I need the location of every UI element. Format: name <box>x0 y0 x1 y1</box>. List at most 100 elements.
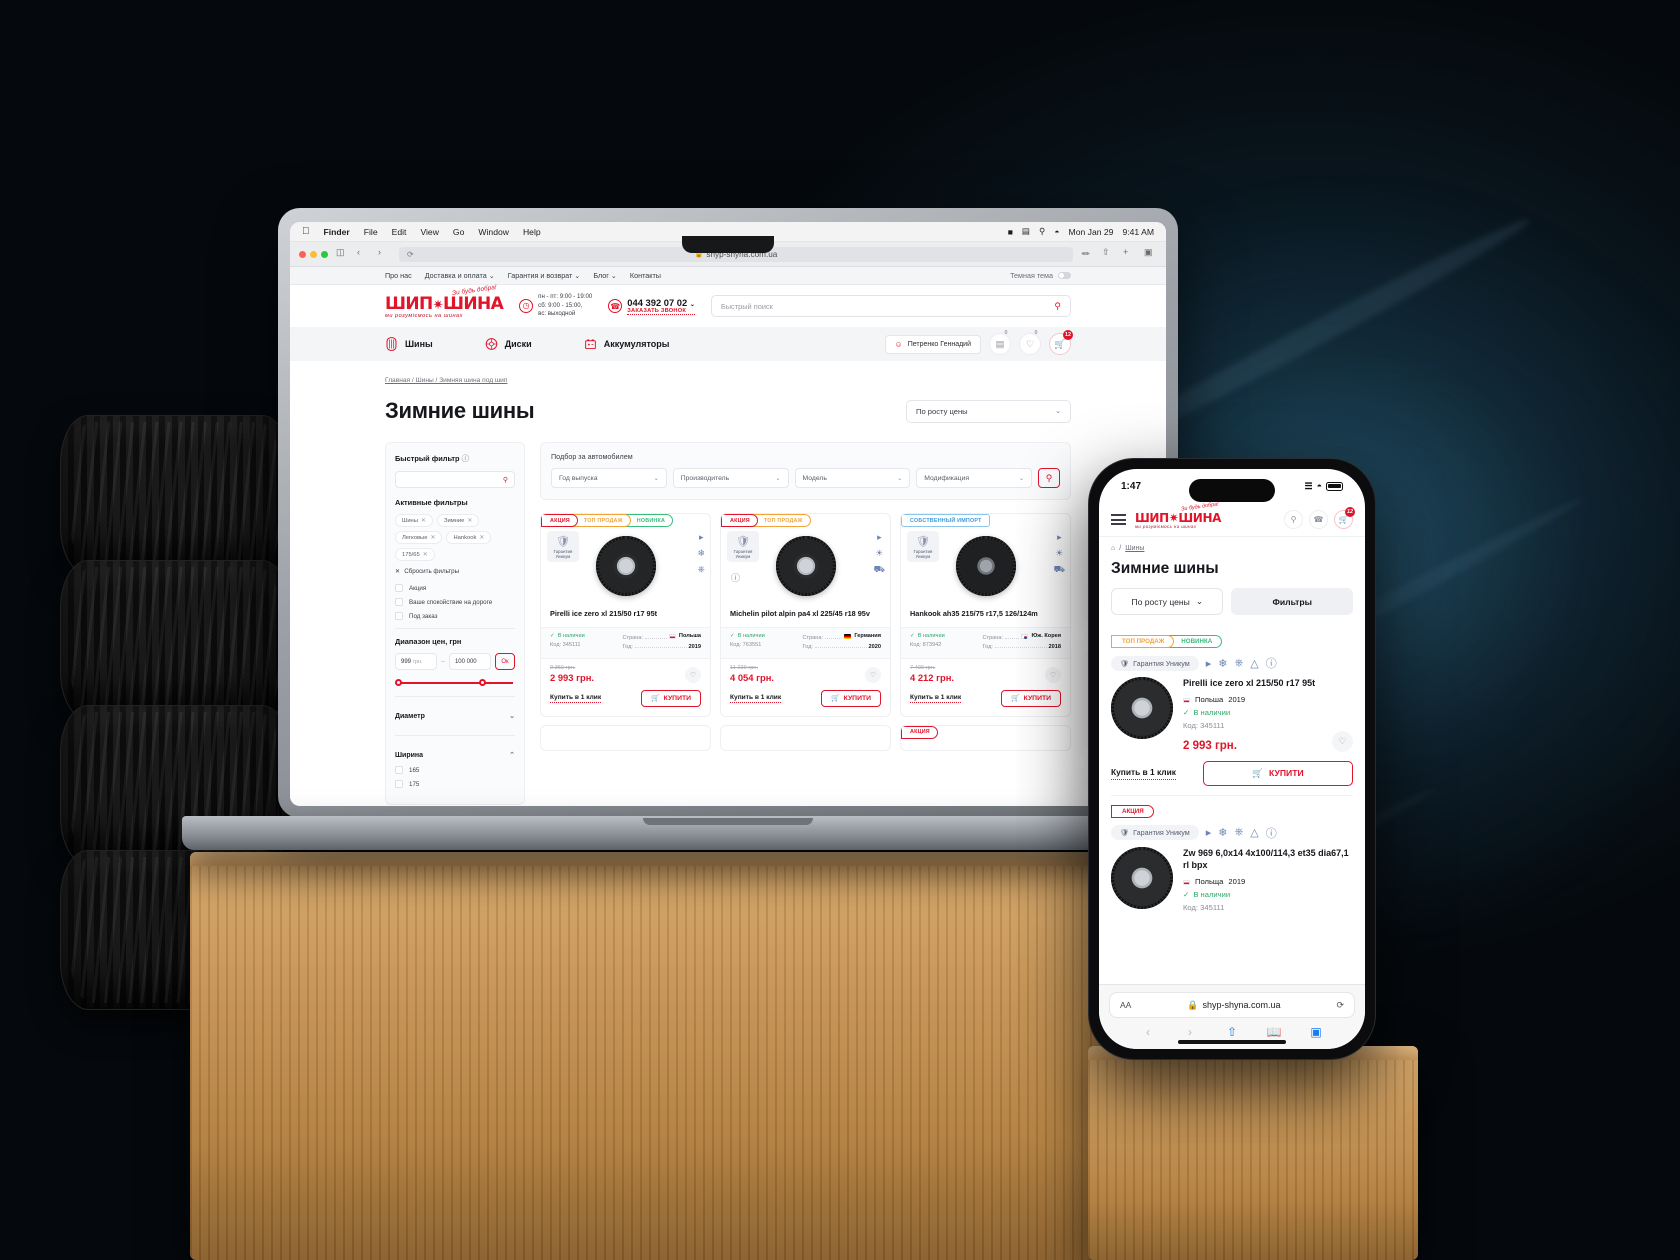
chevron-left-icon[interactable]: ‹ <box>357 247 370 261</box>
car-icon[interactable]: ⎈ <box>698 564 705 575</box>
link-warranty[interactable]: Гарантия и возврат ⌄ <box>508 271 581 280</box>
close-button[interactable] <box>299 250 306 258</box>
share-icon[interactable]: ⇧ <box>1211 1025 1253 1039</box>
text-size-button[interactable]: АА <box>1120 1000 1131 1010</box>
select-manufacturer[interactable]: Производитель ⌄ <box>672 468 789 488</box>
checkbox-row[interactable]: 175 <box>395 780 515 788</box>
battery-icon[interactable]: ■ <box>1008 227 1013 237</box>
wishlist-icon[interactable]: ♡ <box>865 666 881 683</box>
filters-button[interactable]: Фильтры <box>1231 588 1353 615</box>
book-icon[interactable]: 📖 <box>1253 1025 1295 1039</box>
product-name[interactable]: Pirelli ice zero xl 215/50 r17 95t <box>1183 677 1322 689</box>
product-card[interactable]: ТОП ПРОДАЖ НОВИНКА 🛡 Гарантия Уникум ▸ ❄ … <box>1111 626 1353 795</box>
theme-switch[interactable]: Темная тема <box>1010 271 1071 280</box>
sort-select[interactable]: По росту цены ⌄ <box>1111 588 1224 615</box>
product-card[interactable]: АКЦИЯ ТОП ПРОДАЖ НОВИНКА 🛡 Гарантия Уник… <box>540 513 711 717</box>
play-icon[interactable]: ▸ <box>699 532 704 543</box>
product-card[interactable] <box>720 724 891 751</box>
one-click-buy-link[interactable]: Купить в 1 клик <box>550 694 602 703</box>
link-contacts[interactable]: Контакты <box>630 271 661 280</box>
product-card[interactable]: АКЦИЯ <box>900 724 1071 751</box>
menu-view[interactable]: View <box>420 227 438 237</box>
warning-icon[interactable]: △ <box>1250 657 1258 670</box>
product-name[interactable]: Zw 969 6,0x14 4x100/114,3 et35 dia67,1 r… <box>1183 847 1353 871</box>
theme-toggle[interactable] <box>1058 272 1071 279</box>
filter-chip[interactable]: 175/65 ✕ <box>395 548 435 561</box>
product-name[interactable]: Hankook ah35 215/75 r17,5 126/124m <box>901 605 1070 627</box>
menu-help[interactable]: Help <box>523 227 541 237</box>
wishlist-icon[interactable]: ♡ <box>1045 666 1061 683</box>
menu-window[interactable]: Window <box>478 227 509 237</box>
wifi-icon[interactable]: ◓ <box>1054 227 1059 237</box>
product-card[interactable]: АКЦИЯ ТОП ПРОДАЖ 🛡 Гарантия Уникум ▸ ☀ ⛟… <box>720 513 891 717</box>
site-logo[interactable]: Зи будь добра! ШИП✷ШИНА ми розуміємось н… <box>385 283 504 318</box>
site-logo[interactable]: Зи будь добра! ШИП✷ШИНА ми розуміємось н… <box>1135 501 1221 529</box>
hamburger-icon[interactable] <box>1111 514 1126 525</box>
checkbox[interactable] <box>395 598 403 606</box>
tractor-icon[interactable]: ⛟ <box>1054 564 1065 576</box>
breadcrumb[interactable]: Главная / Шины / Зимняя шина под шип <box>385 377 1071 384</box>
zoom-button[interactable] <box>321 250 328 258</box>
checkbox-row[interactable]: Под заказ <box>395 612 515 620</box>
user-account-button[interactable]: ☺ Петренко Геннадий <box>884 334 981 354</box>
nav-item-batteries[interactable]: Аккумуляторы <box>584 337 696 351</box>
one-click-buy-link[interactable]: Купить в 1 клик <box>910 694 962 703</box>
filter-chip[interactable]: Легковые ✕ <box>395 531 443 544</box>
play-icon[interactable]: ▸ <box>1206 826 1212 839</box>
info-icon[interactable]: ⓘ <box>731 571 740 584</box>
checkbox[interactable] <box>395 766 403 774</box>
one-click-buy-link[interactable]: Купить в 1 клик <box>1111 767 1176 780</box>
checkbox[interactable] <box>395 612 403 620</box>
menu-finder[interactable]: Finder <box>324 227 350 237</box>
reload-icon[interactable]: ⟳ <box>407 250 414 259</box>
select-model[interactable]: Модель ⌄ <box>794 468 911 488</box>
address-bar[interactable]: АА 🔒 shyp-shyna.com.ua ⟳ <box>1109 992 1355 1018</box>
checkbox-row[interactable]: 165 <box>395 766 515 774</box>
share-icon[interactable]: ⇧ <box>1102 247 1115 261</box>
download-icon[interactable]: ⏛ <box>1081 247 1094 261</box>
buy-button[interactable]: 🛒 КУПИТИ <box>1203 760 1353 786</box>
compare-button[interactable]: ▤ 0 <box>989 330 1011 355</box>
select-modification[interactable]: Модификация ⌄ <box>916 468 1032 488</box>
info-icon[interactable]: ⓘ <box>462 454 469 463</box>
snowflake-icon[interactable]: ❄ <box>1218 826 1227 839</box>
price-max-input[interactable]: 100 000 <box>448 653 491 670</box>
sidebar-icon[interactable]: ◫ <box>336 247 349 261</box>
car-search-button[interactable]: ⚲ <box>1038 468 1060 488</box>
info-icon[interactable]: ⓘ <box>1266 825 1277 841</box>
slider-knob-max[interactable] <box>479 679 486 686</box>
phone-number[interactable]: 044 392 07 02 ⌄ <box>627 297 695 308</box>
chevron-right-icon[interactable]: › <box>1169 1025 1211 1039</box>
sort-select[interactable]: По росту цены ⌄ <box>906 399 1071 423</box>
menu-edit[interactable]: Edit <box>392 227 407 237</box>
reload-icon[interactable]: ⟳ <box>1336 1000 1344 1011</box>
quick-filter-input[interactable]: ⚲ <box>395 471 515 488</box>
accordion-width[interactable]: Ширина ⌃ <box>395 744 515 766</box>
phone-icon[interactable]: ☎ <box>1309 510 1328 529</box>
tractor-icon[interactable]: ⛟ <box>874 564 885 576</box>
nav-item-tires[interactable]: Шины <box>385 337 459 351</box>
filter-chip[interactable]: Hankook ✕ <box>446 531 492 544</box>
product-card[interactable] <box>540 724 711 751</box>
link-delivery[interactable]: Доставка и оплата ⌄ <box>425 271 495 280</box>
chevron-right-icon[interactable]: › <box>378 247 391 261</box>
car-icon[interactable]: ⎈ <box>1234 657 1243 670</box>
link-blog[interactable]: Блог ⌄ <box>593 271 617 280</box>
info-icon[interactable]: ⓘ <box>1266 655 1277 671</box>
chevron-left-icon[interactable]: ‹ <box>1127 1025 1169 1039</box>
accordion-diameter[interactable]: Диаметр ⌄ <box>395 705 515 727</box>
menu-file[interactable]: File <box>364 227 378 237</box>
product-name[interactable]: Pirelli ice zero xl 215/50 r17 95t <box>541 605 710 627</box>
select-year[interactable]: Год выпуска ⌄ <box>551 468 667 488</box>
price-slider[interactable] <box>395 678 515 688</box>
play-icon[interactable]: ▸ <box>877 532 882 543</box>
checkbox-row[interactable]: Ваше спокойствие на дороге <box>395 598 515 606</box>
search-icon[interactable]: ⚲ <box>1039 226 1045 237</box>
filter-chip[interactable]: Зимние ✕ <box>436 514 480 527</box>
product-card[interactable]: СОБСТВЕННЫЙ ИМПОРТ 🛡 Гарантия Уникум ▸ ☀… <box>900 513 1071 717</box>
play-icon[interactable]: ▸ <box>1206 657 1212 670</box>
cart-icon[interactable]: 🛒 12 <box>1334 507 1355 529</box>
menu-go[interactable]: Go <box>453 227 464 237</box>
checkbox[interactable] <box>395 780 403 788</box>
car-icon[interactable]: ⎈ <box>1234 826 1243 839</box>
